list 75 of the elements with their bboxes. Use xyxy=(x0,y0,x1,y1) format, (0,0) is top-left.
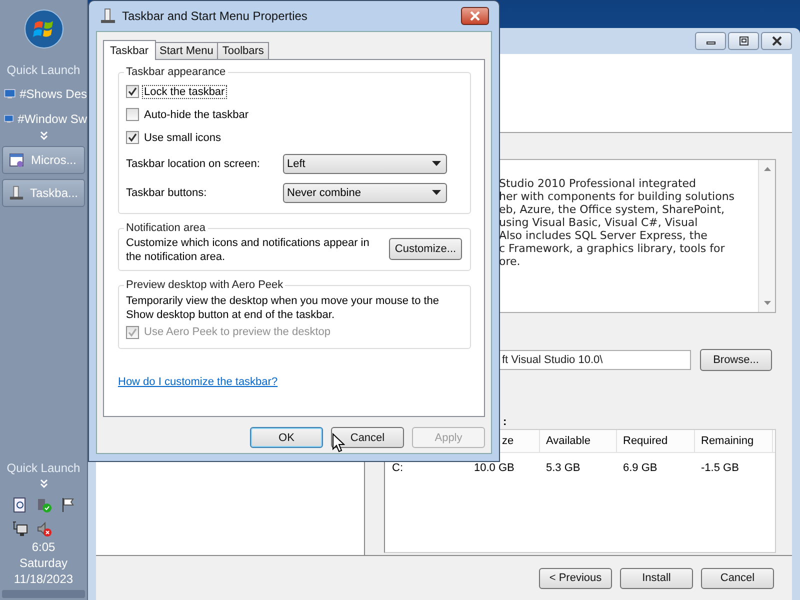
close-button[interactable] xyxy=(761,32,792,50)
customize-button[interactable]: Customize... xyxy=(389,238,462,260)
group-title: Notification area xyxy=(125,222,206,234)
description-text: Temporarily view the desktop when you move your mouse to the Show desktop button at end of the taskbar. xyxy=(126,294,440,322)
clock-date: 11/18/2023 xyxy=(14,571,74,587)
dropdown-arrow-icon xyxy=(432,161,441,166)
taskbar-window-icon xyxy=(100,8,116,24)
taskbar-window-icon xyxy=(9,185,24,201)
minimize-button[interactable] xyxy=(695,32,726,50)
chevron-icon xyxy=(38,479,48,489)
chevron-icon xyxy=(38,131,48,141)
check-mark-icon xyxy=(128,133,137,142)
disk-label: : xyxy=(503,415,508,429)
description-line: ore. xyxy=(499,255,522,268)
close-icon xyxy=(469,11,481,21)
checkbox-label: Use Aero Peek to preview the desktop xyxy=(143,325,332,339)
browse-button[interactable]: Browse... xyxy=(700,349,772,371)
dropdown-arrow-icon xyxy=(432,190,441,195)
tab[interactable]: Toolbars xyxy=(217,42,269,59)
monitor-icon xyxy=(4,87,16,101)
check-mark-icon xyxy=(128,328,137,336)
table-cell-text: C: xyxy=(391,462,404,474)
maximize-button[interactable] xyxy=(728,32,759,50)
column-header[interactable]: Remaining xyxy=(695,430,773,452)
checkbox[interactable] xyxy=(126,108,139,121)
description-line: Studio 2010 Professional integrated xyxy=(499,177,698,190)
scroll-down-icon xyxy=(762,300,772,306)
flag-icon xyxy=(60,497,76,513)
scrollbar[interactable] xyxy=(758,160,775,312)
description-line: using Visual Basic, Visual C#, Visual xyxy=(499,216,699,229)
check-mark-icon xyxy=(128,87,137,96)
field-label: Taskbar location on screen: xyxy=(126,158,261,170)
dialog-button[interactable]: Cancel xyxy=(331,427,404,448)
column-header[interactable]: Available xyxy=(540,430,617,452)
clock-time: 6:05 xyxy=(32,539,56,555)
dialog-button[interactable]: OK xyxy=(250,427,323,448)
quick-launch-label: Quick Launch xyxy=(6,63,80,77)
scroll-up-icon xyxy=(762,166,772,172)
clock-day: Saturday xyxy=(19,555,68,571)
maximize-icon xyxy=(738,36,750,46)
speaker-muted-icon xyxy=(36,521,52,537)
table-cell-text: -1.5 GB xyxy=(700,462,740,474)
help-link[interactable]: How do I customize the taskbar? xyxy=(118,376,278,388)
wizard-button[interactable]: Install xyxy=(620,568,693,588)
window-icon xyxy=(9,152,25,168)
table-cell-text: 5.3 GB xyxy=(545,462,582,474)
close-icon xyxy=(770,36,782,46)
quick-launch-label: Quick Launch xyxy=(6,461,80,475)
group-title: Preview desktop with Aero Peek xyxy=(125,279,284,291)
column-header[interactable]: Required xyxy=(617,430,695,452)
checkbox[interactable] xyxy=(126,131,139,144)
wizard-button[interactable]: < Previous xyxy=(539,568,612,588)
description-line: eb, Azure, the Office system, SharePoint, xyxy=(499,203,726,216)
description-line: her with components for building solutions xyxy=(499,190,736,203)
mouse-pointer-icon xyxy=(332,433,345,453)
tab[interactable]: Taskbar xyxy=(103,40,156,60)
document-search-icon xyxy=(12,497,28,513)
description-line: Also includes SQL Server Express, the xyxy=(499,229,708,242)
group-title: Taskbar appearance xyxy=(125,66,227,78)
start-orb-icon xyxy=(24,9,64,49)
checkbox-label: Auto-hide the taskbar xyxy=(143,108,250,122)
field-label: Taskbar buttons: xyxy=(126,186,208,198)
checkbox-label: Lock the taskbar xyxy=(142,84,227,98)
checkbox-label: Use small icons xyxy=(143,130,222,144)
window-title: Taskbar and Start Menu Properties xyxy=(122,9,308,23)
table-cell-text: 6.9 GB xyxy=(622,462,658,474)
dropdown[interactable]: Left xyxy=(283,154,447,174)
description-text: Customize which icons and notifications appear in the notification area. xyxy=(126,236,370,264)
tab[interactable]: Start Menu xyxy=(154,42,218,59)
table-cell-text: 10.0 GB xyxy=(473,462,516,474)
checkbox[interactable] xyxy=(126,85,139,98)
dropdown[interactable]: Never combine xyxy=(283,182,447,202)
close-button[interactable] xyxy=(461,7,489,25)
wizard-button[interactable]: Cancel xyxy=(701,568,774,588)
network-icon xyxy=(12,521,28,537)
